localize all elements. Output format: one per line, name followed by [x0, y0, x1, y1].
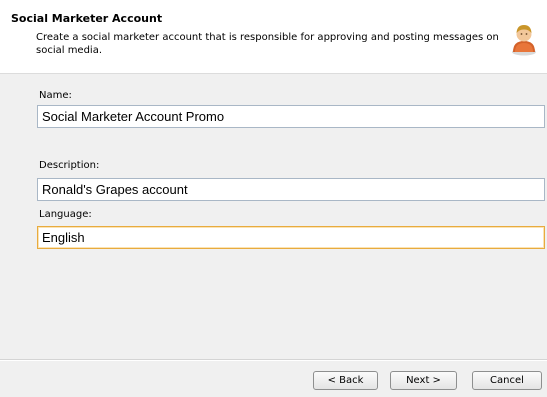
name-label: Name: [39, 90, 72, 101]
wizard-description: Create a social marketer account that is… [36, 32, 499, 56]
description-label: Description: [39, 160, 100, 171]
cancel-button[interactable]: Cancel [472, 371, 542, 390]
wizard-body: Name: Social Marketer Account Promo Desc… [0, 75, 547, 359]
wizard-footer: < Back Next > Cancel [0, 359, 547, 397]
next-button[interactable]: Next > [390, 371, 457, 390]
user-icon [511, 22, 537, 56]
wizard-title: Social Marketer Account [11, 12, 163, 25]
language-field[interactable]: English [37, 226, 545, 249]
back-button[interactable]: < Back [313, 371, 378, 390]
language-label: Language: [39, 209, 92, 220]
wizard-header: Social Marketer Account Create a social … [0, 0, 547, 74]
description-field[interactable]: Ronald's Grapes account [37, 178, 545, 201]
name-field[interactable]: Social Marketer Account Promo [37, 105, 545, 128]
